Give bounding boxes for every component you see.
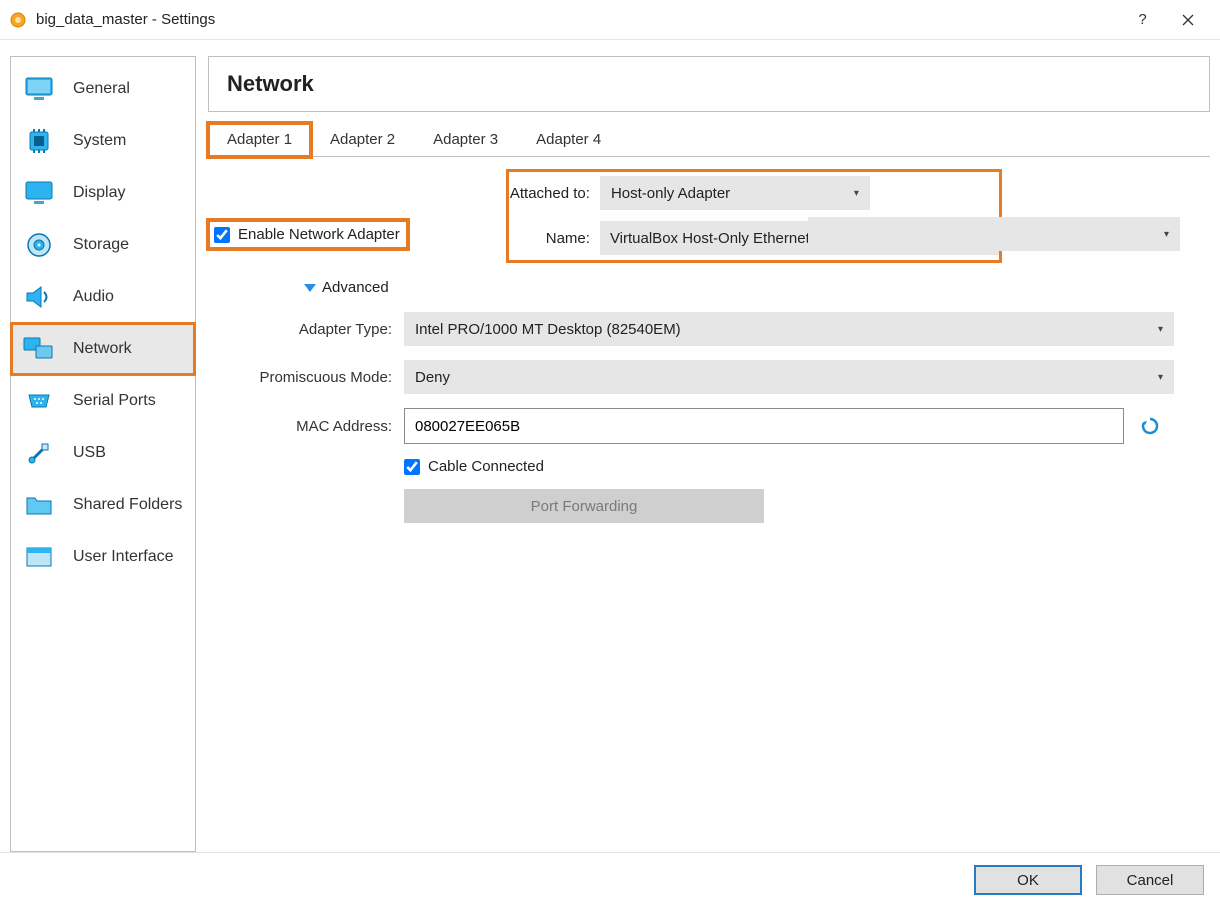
triangle-down-icon xyxy=(304,284,316,292)
promiscuous-mode-value: Deny xyxy=(415,369,450,386)
chevron-down-icon: ▾ xyxy=(1158,372,1163,383)
mac-address-input[interactable] xyxy=(404,408,1124,444)
attached-to-label: Attached to: xyxy=(508,185,600,202)
refresh-mac-button[interactable] xyxy=(1136,412,1164,440)
sidebar-item-shared-folders[interactable]: Shared Folders xyxy=(11,479,195,531)
display-icon xyxy=(17,180,61,206)
serial-port-icon xyxy=(17,389,61,413)
mac-address-label: MAC Address: xyxy=(208,418,404,435)
sidebar-item-serial-ports[interactable]: Serial Ports xyxy=(11,375,195,427)
tabs: Adapter 1 Adapter 2 Adapter 3 Adapter 4 xyxy=(208,122,1210,157)
refresh-icon xyxy=(1140,416,1160,436)
sidebar-item-storage[interactable]: Storage xyxy=(11,219,195,271)
adapter-type-label: Adapter Type: xyxy=(208,321,404,338)
chip-icon xyxy=(17,127,61,155)
tab-adapter-1[interactable]: Adapter 1 xyxy=(208,123,311,157)
chevron-down-icon: ▾ xyxy=(854,188,859,199)
name-select-extra[interactable]: ▾ xyxy=(808,217,1180,251)
sidebar-item-label: Audio xyxy=(73,288,114,306)
attached-to-select[interactable]: Host-only Adapter ▾ xyxy=(600,176,870,210)
help-button[interactable]: ? xyxy=(1120,4,1165,36)
sidebar-item-label: Display xyxy=(73,184,125,202)
sidebar: General System Display Storage Audio xyxy=(10,56,196,852)
sidebar-item-usb[interactable]: USB xyxy=(11,427,195,479)
name-label: Name: xyxy=(508,230,600,247)
titlebar: big_data_master - Settings ? xyxy=(0,0,1220,40)
disk-icon xyxy=(17,231,61,259)
sidebar-item-label: Shared Folders xyxy=(73,496,182,514)
cable-connected-label: Cable Connected xyxy=(428,458,544,475)
network-icon xyxy=(17,336,61,362)
sidebar-item-label: Network xyxy=(73,340,132,358)
promiscuous-mode-label: Promiscuous Mode: xyxy=(208,369,404,386)
sidebar-item-network[interactable]: Network xyxy=(11,323,195,375)
monitor-icon xyxy=(17,76,61,102)
section-header: Network xyxy=(208,56,1210,112)
speaker-icon xyxy=(17,285,61,309)
sidebar-item-label: Serial Ports xyxy=(73,392,156,410)
ok-label: OK xyxy=(1017,872,1039,889)
sidebar-item-user-interface[interactable]: User Interface xyxy=(11,531,195,583)
enable-adapter-label: Enable Network Adapter xyxy=(238,226,400,243)
help-icon: ? xyxy=(1138,11,1146,28)
port-forwarding-label: Port Forwarding xyxy=(531,498,638,515)
tab-label: Adapter 4 xyxy=(536,131,601,148)
enable-adapter-checkbox[interactable] xyxy=(214,227,230,243)
usb-icon xyxy=(17,440,61,466)
sidebar-item-display[interactable]: Display xyxy=(11,167,195,219)
sidebar-item-label: User Interface xyxy=(73,548,173,566)
sidebar-item-general[interactable]: General xyxy=(11,63,195,115)
main-panel: Network Adapter 1 Adapter 2 Adapter 3 Ad… xyxy=(208,56,1210,852)
tab-label: Adapter 2 xyxy=(330,131,395,148)
advanced-label: Advanced xyxy=(322,279,389,296)
close-icon xyxy=(1182,14,1194,26)
sidebar-item-audio[interactable]: Audio xyxy=(11,271,195,323)
footer: OK Cancel xyxy=(0,852,1220,907)
tab-adapter-4[interactable]: Adapter 4 xyxy=(517,123,620,157)
adapter-type-value: Intel PRO/1000 MT Desktop (82540EM) xyxy=(415,321,681,338)
app-icon xyxy=(8,10,28,30)
sidebar-item-label: USB xyxy=(73,444,106,462)
cable-connected-checkbox[interactable] xyxy=(404,459,420,475)
cancel-button[interactable]: Cancel xyxy=(1096,865,1204,895)
sidebar-item-label: General xyxy=(73,80,130,98)
tab-adapter-2[interactable]: Adapter 2 xyxy=(311,123,414,157)
tab-adapter-3[interactable]: Adapter 3 xyxy=(414,123,517,157)
chevron-down-icon: ▾ xyxy=(1164,229,1169,240)
cancel-label: Cancel xyxy=(1127,872,1174,889)
window-icon xyxy=(17,546,61,568)
sidebar-item-label: Storage xyxy=(73,236,129,254)
tab-label: Adapter 3 xyxy=(433,131,498,148)
form: Enable Network Adapter Attached to: Host… xyxy=(208,157,1210,537)
port-forwarding-button: Port Forwarding xyxy=(404,489,764,523)
folder-icon xyxy=(17,494,61,516)
ok-button[interactable]: OK xyxy=(974,865,1082,895)
sidebar-item-system[interactable]: System xyxy=(11,115,195,167)
attached-to-value: Host-only Adapter xyxy=(611,185,730,202)
chevron-down-icon: ▾ xyxy=(1158,324,1163,335)
close-button[interactable] xyxy=(1165,4,1210,36)
window-title: big_data_master - Settings xyxy=(36,11,1120,28)
promiscuous-mode-select[interactable]: Deny ▾ xyxy=(404,360,1174,394)
tab-label: Adapter 1 xyxy=(227,131,292,148)
advanced-toggle[interactable]: Advanced xyxy=(304,279,1210,296)
section-title: Network xyxy=(227,71,1191,97)
enable-adapter-area: Enable Network Adapter xyxy=(208,220,408,249)
sidebar-item-label: System xyxy=(73,132,126,150)
adapter-type-select[interactable]: Intel PRO/1000 MT Desktop (82540EM) ▾ xyxy=(404,312,1174,346)
